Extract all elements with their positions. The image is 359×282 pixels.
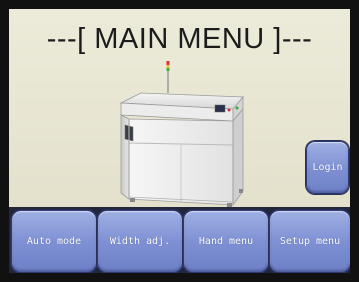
signal-light-green bbox=[166, 68, 170, 71]
login-button[interactable]: Login bbox=[306, 141, 349, 194]
signal-light-red bbox=[166, 61, 170, 65]
control-panel-display bbox=[214, 104, 226, 113]
width-adjust-button[interactable]: Width adj. bbox=[97, 210, 183, 273]
hmi-screen: ---[ MAIN MENU ]--- Login Auto mode Widt… bbox=[9, 9, 350, 273]
auto-mode-button[interactable]: Auto mode bbox=[11, 210, 97, 273]
page-title: ---[ MAIN MENU ]--- bbox=[46, 23, 313, 55]
signal-light-yellow bbox=[166, 65, 170, 68]
setup-menu-button[interactable]: Setup menu bbox=[269, 210, 350, 273]
hand-menu-button[interactable]: Hand menu bbox=[183, 210, 269, 273]
conveyor-machine-illustration bbox=[119, 61, 244, 207]
